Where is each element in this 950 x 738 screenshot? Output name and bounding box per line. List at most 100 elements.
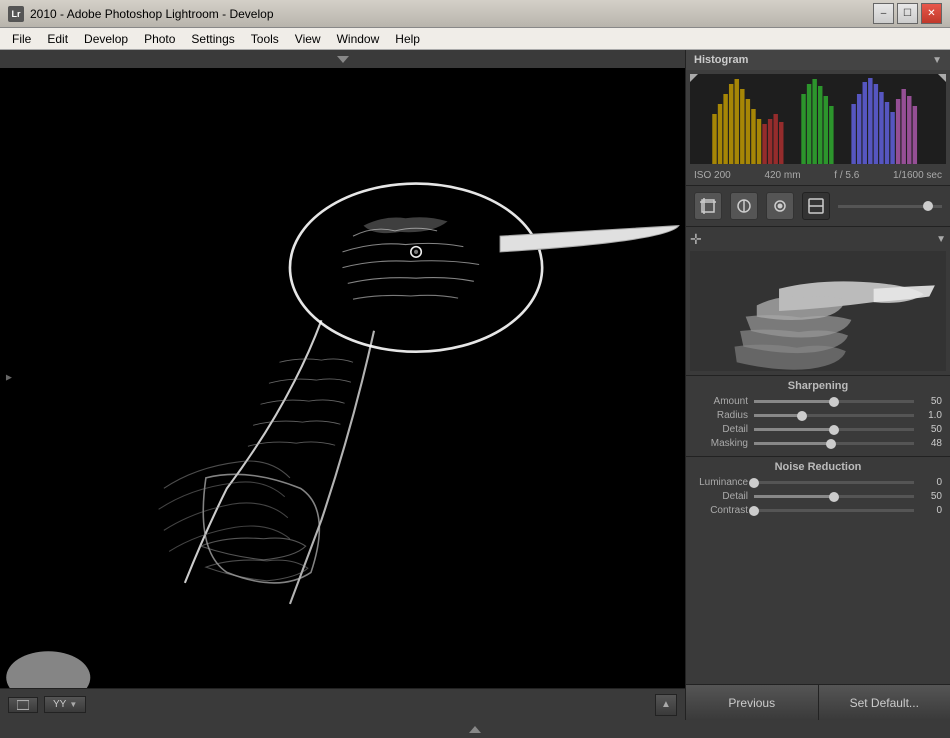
menu-settings[interactable]: Settings bbox=[183, 30, 242, 48]
luminance-slider[interactable] bbox=[754, 481, 914, 484]
previous-button[interactable]: Previous bbox=[686, 685, 819, 720]
graduated-filter-button[interactable] bbox=[802, 192, 830, 220]
masking-value: 48 bbox=[914, 438, 942, 449]
masking-thumb[interactable] bbox=[826, 439, 836, 449]
radius-slider[interactable] bbox=[754, 414, 914, 417]
menu-help[interactable]: Help bbox=[387, 30, 428, 48]
exif-focal-length: 420 mm bbox=[764, 170, 800, 181]
menu-edit[interactable]: Edit bbox=[39, 30, 76, 48]
collapse-top-icon[interactable] bbox=[337, 56, 349, 63]
canvas-area: ► bbox=[0, 68, 685, 688]
photo-canvas bbox=[0, 68, 685, 688]
histogram-title: Histogram bbox=[694, 54, 748, 66]
preview-collapse-icon[interactable]: ▼ bbox=[936, 234, 946, 245]
clipping-left-icon[interactable] bbox=[690, 74, 698, 82]
menu-tools[interactable]: Tools bbox=[243, 30, 287, 48]
radius-row: Radius 1.0 bbox=[694, 410, 942, 421]
amount-slider[interactable] bbox=[754, 400, 914, 403]
nr-contrast-row: Contrast 0 bbox=[694, 505, 942, 516]
nr-detail-row: Detail 50 bbox=[694, 491, 942, 502]
amount-value: 50 bbox=[914, 396, 942, 407]
noise-reduction-section: Noise Reduction Luminance 0 Detail bbox=[686, 456, 950, 523]
histogram-info: ISO 200 420 mm f / 5.6 1/1600 sec bbox=[686, 168, 950, 185]
amount-fill bbox=[754, 400, 834, 403]
tool-slider-thumb[interactable] bbox=[923, 201, 933, 211]
amount-thumb[interactable] bbox=[829, 397, 839, 407]
masking-fill bbox=[754, 442, 831, 445]
yy-label: YY bbox=[53, 699, 66, 710]
histogram-chart bbox=[690, 74, 946, 164]
crop-tool-button[interactable] bbox=[694, 192, 722, 220]
histogram-header: Histogram ▼ bbox=[686, 50, 950, 70]
radius-fill bbox=[754, 414, 802, 417]
sharpening-title: Sharpening bbox=[694, 380, 942, 392]
bird-svg bbox=[0, 68, 685, 688]
menu-window[interactable]: Window bbox=[329, 30, 388, 48]
masking-label: Masking bbox=[694, 438, 754, 449]
clipping-right-icon[interactable] bbox=[938, 74, 946, 82]
window-title: 2010 - Adobe Photoshop Lightroom - Devel… bbox=[30, 7, 873, 21]
nr-detail-thumb[interactable] bbox=[829, 492, 839, 502]
menu-view[interactable]: View bbox=[287, 30, 329, 48]
radius-thumb[interactable] bbox=[797, 411, 807, 421]
window-controls: – ☐ ✕ bbox=[873, 3, 942, 24]
exif-shutter: 1/1600 sec bbox=[893, 170, 942, 181]
left-panel-toggle[interactable]: ► bbox=[4, 373, 14, 384]
preview-section: ✛ ▼ bbox=[686, 227, 950, 375]
menu-photo[interactable]: Photo bbox=[136, 30, 183, 48]
luminance-value: 0 bbox=[914, 477, 942, 488]
tool-slider-container bbox=[838, 205, 942, 208]
main-container: ► bbox=[0, 50, 950, 720]
amount-label: Amount bbox=[694, 396, 754, 407]
histogram-section: Histogram ▼ bbox=[686, 50, 950, 186]
title-bar: Lr 2010 - Adobe Photoshop Lightroom - De… bbox=[0, 0, 950, 28]
amount-row: Amount 50 bbox=[694, 396, 942, 407]
set-default-button[interactable]: Set Default... bbox=[819, 685, 950, 720]
toolbar-collapse-button[interactable]: ▲ bbox=[655, 694, 677, 716]
yy-button[interactable]: YY ▼ bbox=[44, 696, 86, 713]
tools-row bbox=[686, 186, 950, 227]
noise-title: Noise Reduction bbox=[694, 461, 942, 473]
maximize-button[interactable]: ☐ bbox=[897, 3, 918, 24]
view-mode-button[interactable] bbox=[8, 697, 38, 713]
spot-removal-button[interactable] bbox=[730, 192, 758, 220]
masking-slider[interactable] bbox=[754, 442, 914, 445]
radius-label: Radius bbox=[694, 410, 754, 421]
exif-aperture: f / 5.6 bbox=[834, 170, 859, 181]
minimize-button[interactable]: – bbox=[873, 3, 894, 24]
histogram-dropdown-icon[interactable]: ▼ bbox=[932, 55, 942, 66]
expand-bottom-icon[interactable] bbox=[469, 726, 481, 733]
nr-contrast-value: 0 bbox=[914, 505, 942, 516]
radius-value: 1.0 bbox=[914, 410, 942, 421]
tool-brightness-slider[interactable] bbox=[838, 205, 942, 208]
luminance-row: Luminance 0 bbox=[694, 477, 942, 488]
preview-svg bbox=[690, 251, 946, 371]
luminance-thumb[interactable] bbox=[749, 478, 759, 488]
nr-detail-label: Detail bbox=[694, 491, 754, 502]
panel-bottom: Previous Set Default... bbox=[686, 684, 950, 720]
bottom-indicator bbox=[0, 720, 950, 738]
detail-label: Detail bbox=[694, 424, 754, 435]
nr-detail-fill bbox=[754, 495, 834, 498]
nr-detail-value: 50 bbox=[914, 491, 942, 502]
redeye-button[interactable] bbox=[766, 192, 794, 220]
app-icon: Lr bbox=[8, 6, 24, 22]
menu-file[interactable]: File bbox=[4, 30, 39, 48]
menu-develop[interactable]: Develop bbox=[76, 30, 136, 48]
bottom-toolbar: YY ▼ ▲ bbox=[0, 688, 685, 720]
preview-header: ✛ ▼ bbox=[690, 231, 946, 248]
detail-slider[interactable] bbox=[754, 428, 914, 431]
nr-detail-slider[interactable] bbox=[754, 495, 914, 498]
masking-row: Masking 48 bbox=[694, 438, 942, 449]
image-area: ► bbox=[0, 50, 685, 720]
histogram-svg bbox=[690, 74, 946, 164]
nr-contrast-thumb[interactable] bbox=[749, 506, 759, 516]
nr-contrast-slider[interactable] bbox=[754, 509, 914, 512]
detail-thumb[interactable] bbox=[829, 425, 839, 435]
menu-bar: File Edit Develop Photo Settings Tools V… bbox=[0, 28, 950, 50]
right-panel: Histogram ▼ bbox=[685, 50, 950, 720]
crosshair-icon[interactable]: ✛ bbox=[690, 231, 702, 248]
detail-panel[interactable]: ✛ ▼ bbox=[686, 227, 950, 684]
luminance-label: Luminance bbox=[694, 477, 754, 488]
close-button[interactable]: ✕ bbox=[921, 3, 942, 24]
